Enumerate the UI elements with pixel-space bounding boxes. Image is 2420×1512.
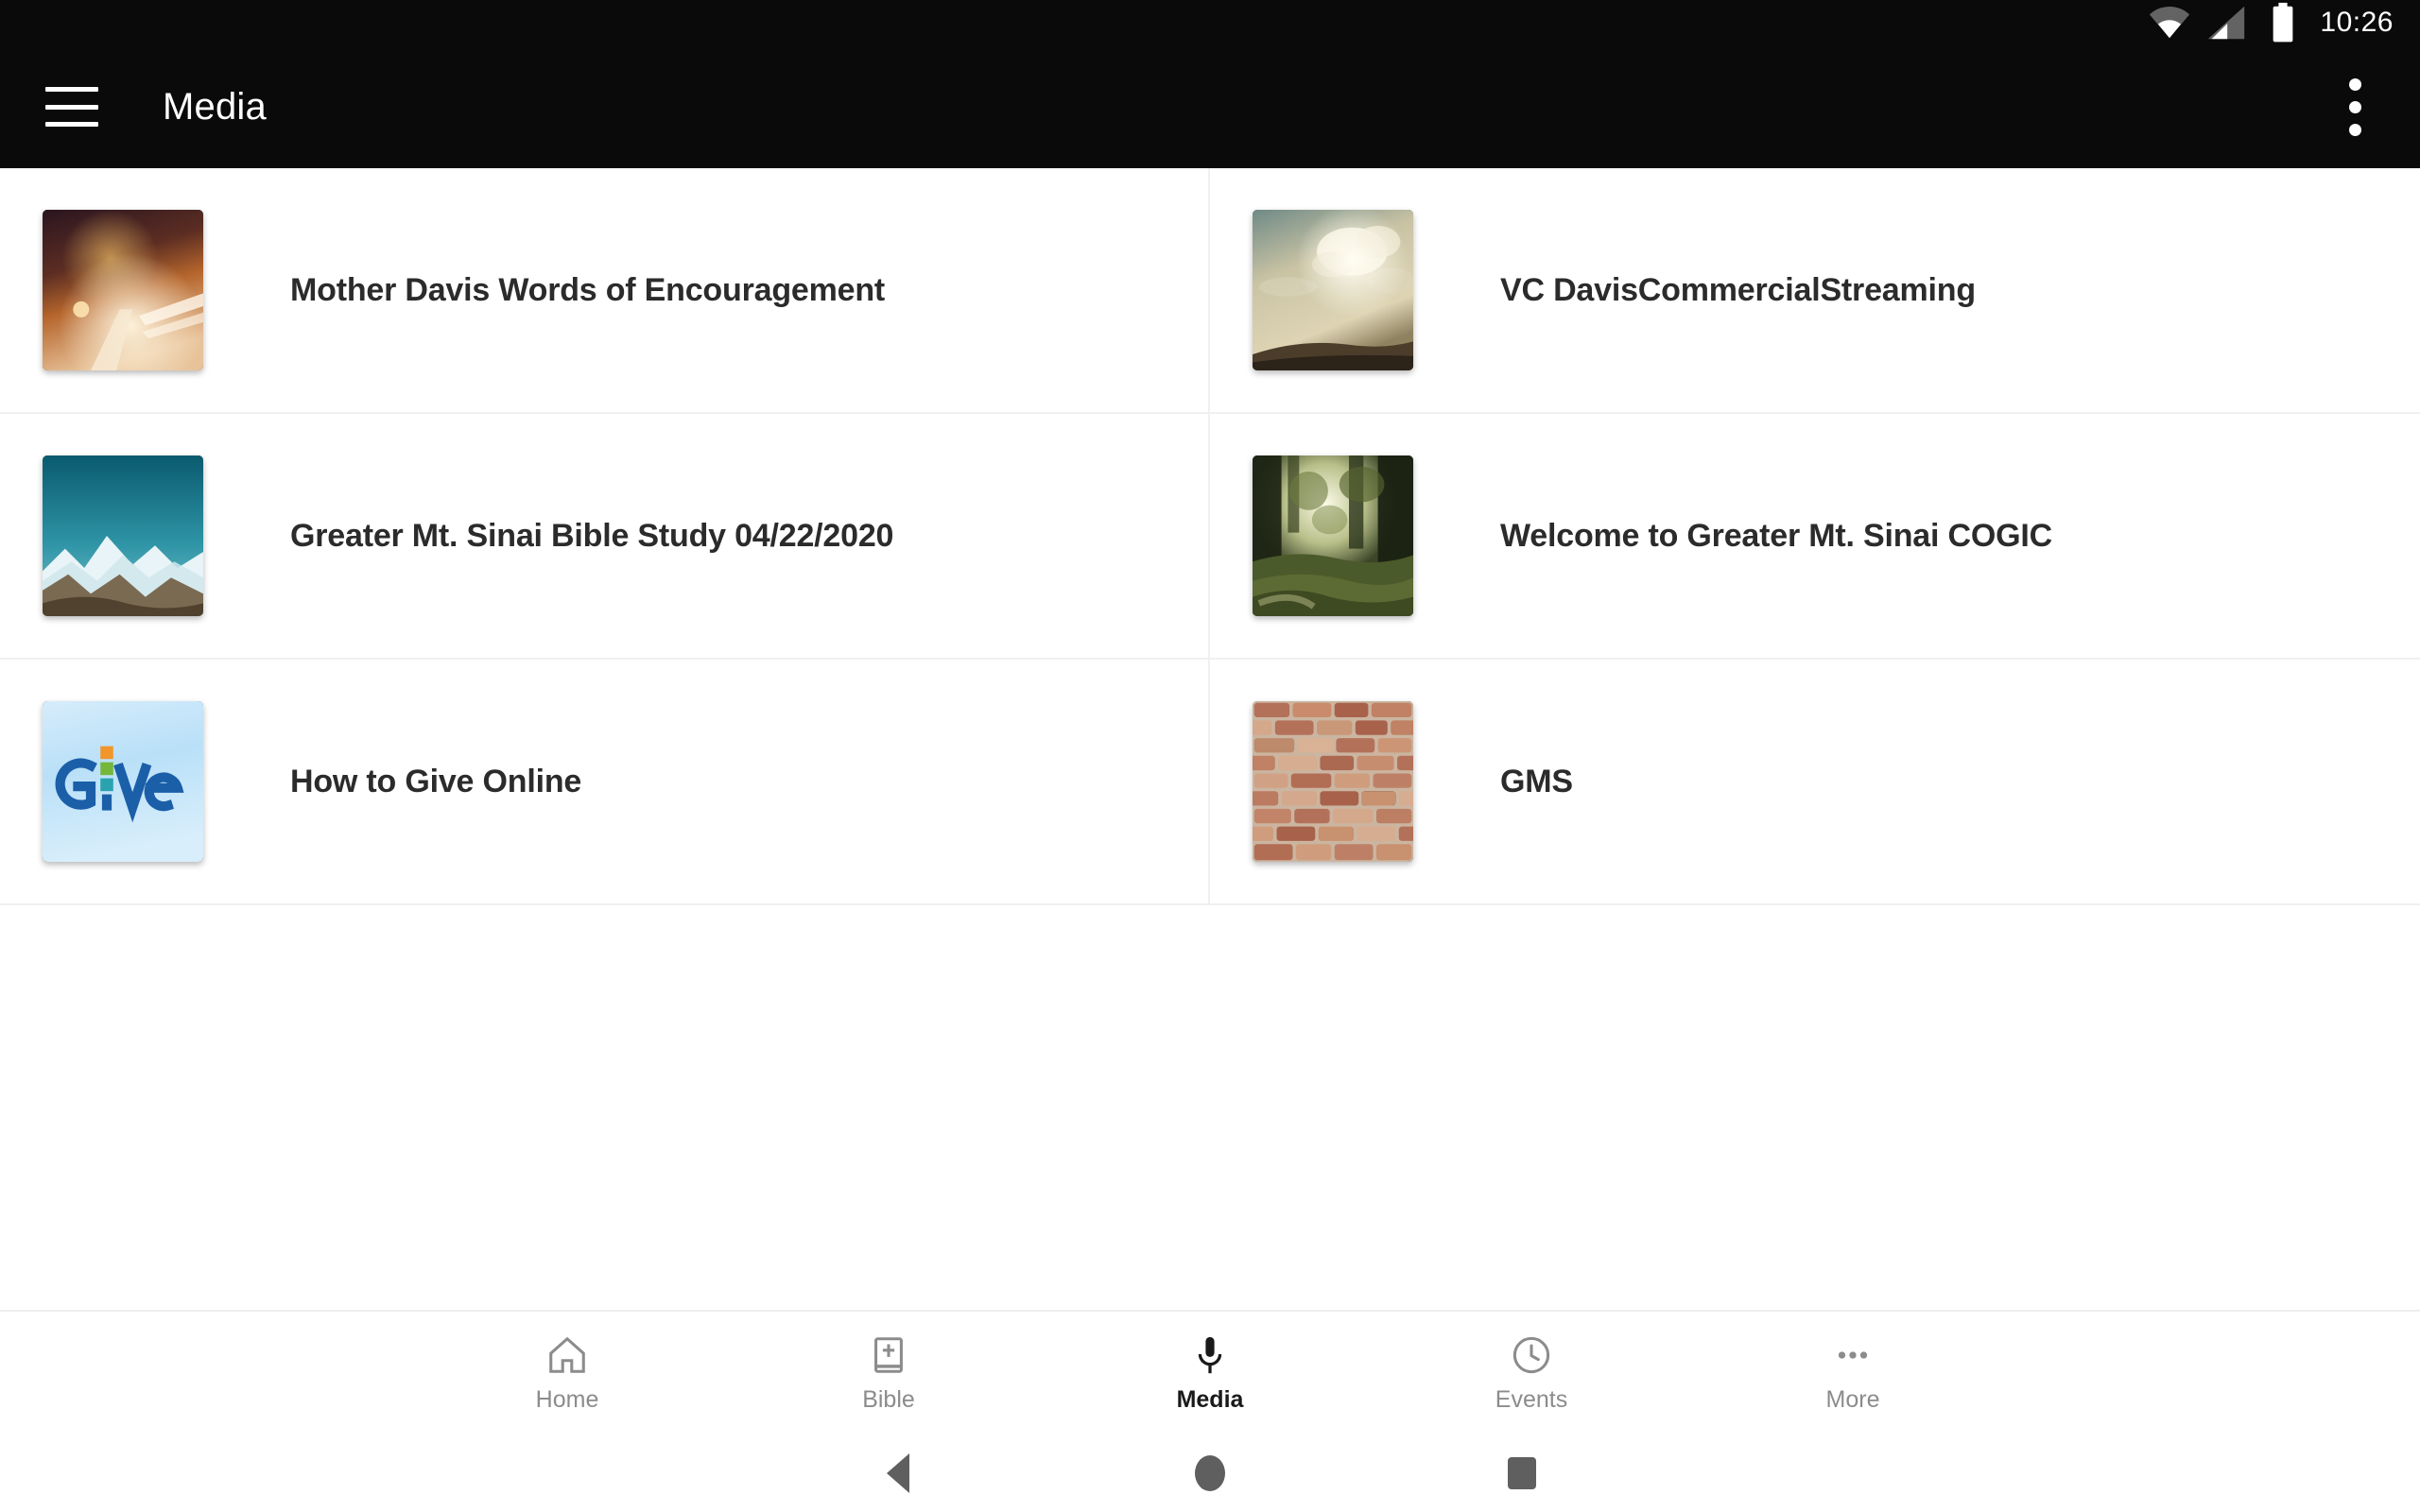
recents-square-icon — [1508, 1457, 1536, 1489]
media-list-item[interactable]: Mother Davis Words of Encouragement — [0, 168, 1210, 414]
nav-tab-label: Bible — [862, 1385, 915, 1413]
bottom-navigation-bar: Home Bible Media Events More — [0, 1310, 2420, 1435]
nav-tab-events[interactable]: Events — [1371, 1333, 1692, 1414]
media-grid: Mother Davis Words of Encouragement VC D… — [0, 168, 2420, 905]
home-icon — [549, 1336, 585, 1373]
nav-tab-bible[interactable]: Bible — [728, 1333, 1049, 1414]
bible-book-icon — [874, 1336, 903, 1373]
cellular-signal-icon — [2208, 6, 2245, 40]
media-thumbnail-golden-sky — [1253, 210, 1413, 370]
overflow-menu-icon[interactable] — [2329, 74, 2380, 140]
media-item-title: How to Give Online — [290, 763, 582, 799]
system-back-button[interactable] — [742, 1453, 1054, 1493]
battery-icon — [2273, 2, 2293, 43]
nav-tab-label: Home — [535, 1385, 599, 1413]
status-icon-group — [2148, 1, 2305, 44]
android-system-navigation — [0, 1435, 2420, 1512]
clock-icon — [1512, 1336, 1550, 1373]
nav-tab-more[interactable]: More — [1692, 1333, 2014, 1414]
status-bar: 10:26 — [0, 0, 2420, 45]
media-list-item[interactable]: GMS — [1210, 660, 2420, 905]
media-item-title: GMS — [1500, 763, 1573, 799]
media-list-item[interactable]: VC DavisCommercialStreaming — [1210, 168, 2420, 414]
app-bar: Media — [0, 45, 2420, 168]
media-thumbnail-night-highway — [43, 210, 203, 370]
back-triangle-icon — [887, 1453, 909, 1493]
wifi-icon — [2150, 6, 2190, 39]
system-recents-button[interactable] — [1366, 1457, 1678, 1489]
nav-tab-label: Events — [1495, 1385, 1568, 1413]
status-bar-clock: 10:26 — [2320, 7, 2394, 38]
system-home-button[interactable] — [1054, 1455, 1366, 1491]
media-thumbnail-sunlit-forest — [1253, 455, 1413, 616]
media-item-title: Mother Davis Words of Encouragement — [290, 271, 886, 308]
media-thumbnail-snowy-mountains — [43, 455, 203, 616]
nav-tab-media[interactable]: Media — [1049, 1333, 1371, 1414]
media-list-item[interactable]: How to Give Online — [0, 660, 1210, 905]
media-item-title: VC DavisCommercialStreaming — [1500, 271, 1976, 308]
nav-tab-label: More — [1825, 1385, 1880, 1413]
media-list-item[interactable]: Welcome to Greater Mt. Sinai COGIC — [1210, 414, 2420, 660]
nav-tab-home[interactable]: Home — [406, 1333, 728, 1414]
more-dots-icon — [1838, 1350, 1868, 1359]
media-item-title: Welcome to Greater Mt. Sinai COGIC — [1500, 517, 2052, 554]
home-circle-icon — [1195, 1455, 1225, 1491]
media-list-item[interactable]: Greater Mt. Sinai Bible Study 04/22/2020 — [0, 414, 1210, 660]
media-thumbnail-brick-wall — [1253, 701, 1413, 862]
page-title: Media — [163, 85, 267, 128]
microphone-icon — [1198, 1336, 1222, 1373]
media-item-title: Greater Mt. Sinai Bible Study 04/22/2020 — [290, 517, 894, 554]
media-thumbnail-give-logo — [43, 701, 203, 862]
nav-tab-label: Media — [1176, 1385, 1244, 1413]
hamburger-menu-icon[interactable] — [45, 87, 98, 127]
